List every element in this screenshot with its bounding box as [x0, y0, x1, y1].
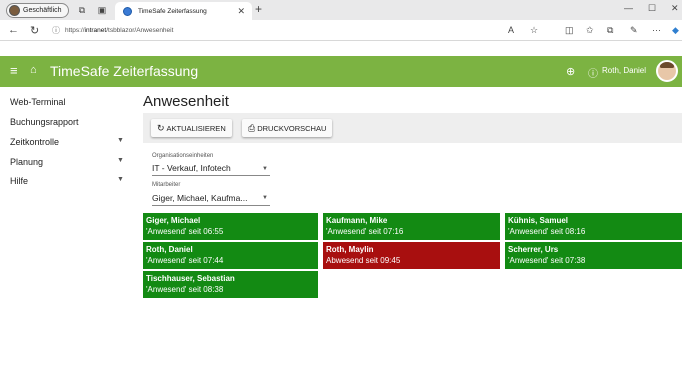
chevron-down-icon: ▼ — [117, 176, 124, 183]
read-aloud-icon[interactable]: A — [508, 25, 514, 35]
collections-icon[interactable]: ⧉ — [607, 25, 613, 36]
language-globe-icon[interactable]: ⊕ — [566, 65, 575, 78]
employee-status: 'Anwesend' seit 06:55 — [146, 227, 224, 236]
reload-icon[interactable]: ↻ — [30, 24, 39, 37]
employee-tile[interactable]: Kühnis, Samuel 'Anwesend' seit 08:16 — [505, 213, 682, 240]
employee-tile[interactable]: Giger, Michael 'Anwesend' seit 06:55 — [143, 213, 318, 240]
print-preview-button[interactable]: ⎙ DRUCKVORSCHAU — [242, 119, 333, 137]
employee-status: 'Anwesend' seit 08:38 — [146, 285, 224, 294]
address-bar[interactable]: ⓘ https://intranet/tsbblazor/Anwesenheit — [52, 24, 512, 37]
new-tab-icon[interactable]: + — [255, 2, 262, 16]
staff-select[interactable]: Giger, Michael, Kaufma... — [152, 193, 247, 203]
employee-status: 'Anwesend' seit 07:44 — [146, 256, 224, 265]
staff-underline — [152, 205, 270, 206]
employee-status: 'Anwesend' seit 07:38 — [508, 256, 586, 265]
minimize-icon[interactable]: — — [624, 3, 633, 13]
sidebar-item-zeitkontrolle[interactable]: Zeitkontrolle ▼ — [10, 137, 130, 147]
hamburger-menu-icon[interactable]: ≡ — [10, 63, 18, 78]
org-units-label: Organisationseinheiten — [152, 153, 214, 159]
employee-name: Kühnis, Samuel — [508, 216, 569, 225]
employee-status: 'Anwesend' seit 08:16 — [508, 227, 586, 236]
app-title: TimeSafe Zeiterfassung — [50, 63, 199, 79]
sidebar-item-web-terminal[interactable]: Web-Terminal — [10, 97, 130, 107]
employee-status: Abwesend seit 09:45 — [326, 256, 401, 265]
sidebar-item-planung[interactable]: Planung ▼ — [10, 157, 130, 167]
refresh-icon: ↻ — [157, 122, 165, 133]
staff-label: Mitarbeiter — [152, 182, 181, 188]
info-icon[interactable]: ⓘ — [588, 65, 598, 80]
employee-tile[interactable]: Tischhauser, Sebastian 'Anwesend' seit 0… — [143, 271, 318, 298]
profile-avatar-icon — [9, 5, 20, 16]
org-units-underline — [152, 175, 270, 176]
favorites-icon[interactable]: ✩ — [586, 25, 594, 36]
org-units-select[interactable]: IT - Verkauf, Infotech — [152, 163, 231, 173]
address-bar-row: ← ↻ ⓘ https://intranet/tsbblazor/Anwesen… — [0, 20, 682, 41]
tab-favicon-icon — [123, 6, 132, 16]
employee-name: Roth, Maylin — [326, 245, 374, 254]
tab-actions-icon[interactable]: ▣ — [96, 4, 108, 16]
extensions-icon[interactable]: ✎ — [630, 25, 638, 36]
employee-name: Kaufmann, Mike — [326, 216, 388, 225]
split-screen-icon[interactable]: ◫ — [565, 25, 574, 36]
chevron-down-icon: ▼ — [117, 157, 124, 164]
employee-tile[interactable]: Scherrer, Urs 'Anwesend' seit 07:38 — [505, 242, 682, 269]
page-title: Anwesenheit — [143, 93, 229, 110]
employee-status: 'Anwesend' seit 07:16 — [326, 227, 404, 236]
copilot-icon[interactable]: ◆ — [672, 25, 679, 36]
sidebar: Web-Terminal Buchungsrapport Zeitkontrol… — [0, 87, 137, 385]
staff-caret-icon[interactable]: ▼ — [262, 195, 268, 201]
workspaces-icon[interactable]: ⧉ — [76, 4, 88, 16]
close-window-icon[interactable]: ✕ — [671, 3, 679, 14]
org-units-caret-icon[interactable]: ▼ — [262, 166, 268, 172]
favorite-star-icon[interactable]: ☆ — [530, 25, 538, 36]
app-header: ≡ ⌂ TimeSafe Zeiterfassung ⊕ ⓘ Roth, Dan… — [0, 56, 682, 87]
employee-name: Giger, Michael — [146, 216, 201, 225]
employee-tile[interactable]: Roth, Maylin Abwesend seit 09:45 — [323, 242, 500, 269]
browser-tab-bar: Geschäftlich ⧉ ▣ TimeSafe Zeiterfassung … — [0, 0, 682, 20]
user-avatar[interactable] — [656, 60, 678, 82]
profile-label: Geschäftlich — [23, 7, 62, 14]
chevron-down-icon: ▼ — [117, 137, 124, 144]
info-lock-icon[interactable]: ⓘ — [52, 25, 60, 36]
more-menu-icon[interactable]: ··· — [652, 25, 661, 35]
browser-tab[interactable]: TimeSafe Zeiterfassung ✕ — [115, 2, 252, 20]
employee-tile[interactable]: Kaufmann, Mike 'Anwesend' seit 07:16 — [323, 213, 500, 240]
back-icon[interactable]: ← — [8, 24, 19, 36]
user-name[interactable]: Roth, Daniel — [602, 66, 646, 75]
employee-tile[interactable]: Roth, Daniel 'Anwesend' seit 07:44 — [143, 242, 318, 269]
url-text: https://intranet/tsbblazor/Anwesenheit — [65, 27, 174, 34]
employee-name: Scherrer, Urs — [508, 245, 559, 254]
toolbar: ↻ AKTUALISIEREN ⎙ DRUCKVORSCHAU — [143, 113, 682, 143]
close-tab-icon[interactable]: ✕ — [237, 6, 245, 17]
sidebar-item-buchungsrapport[interactable]: Buchungsrapport — [10, 117, 130, 127]
sidebar-item-hilfe[interactable]: Hilfe ▼ — [10, 176, 130, 186]
employee-name: Roth, Daniel — [146, 245, 193, 254]
maximize-icon[interactable]: ☐ — [648, 3, 656, 14]
profile-button[interactable]: Geschäftlich — [6, 3, 69, 18]
printer-icon: ⎙ — [248, 122, 256, 133]
tab-title: TimeSafe Zeiterfassung — [138, 7, 207, 15]
refresh-button[interactable]: ↻ AKTUALISIEREN — [151, 119, 232, 137]
employee-name: Tischhauser, Sebastian — [146, 274, 235, 283]
home-icon[interactable]: ⌂ — [30, 64, 37, 76]
